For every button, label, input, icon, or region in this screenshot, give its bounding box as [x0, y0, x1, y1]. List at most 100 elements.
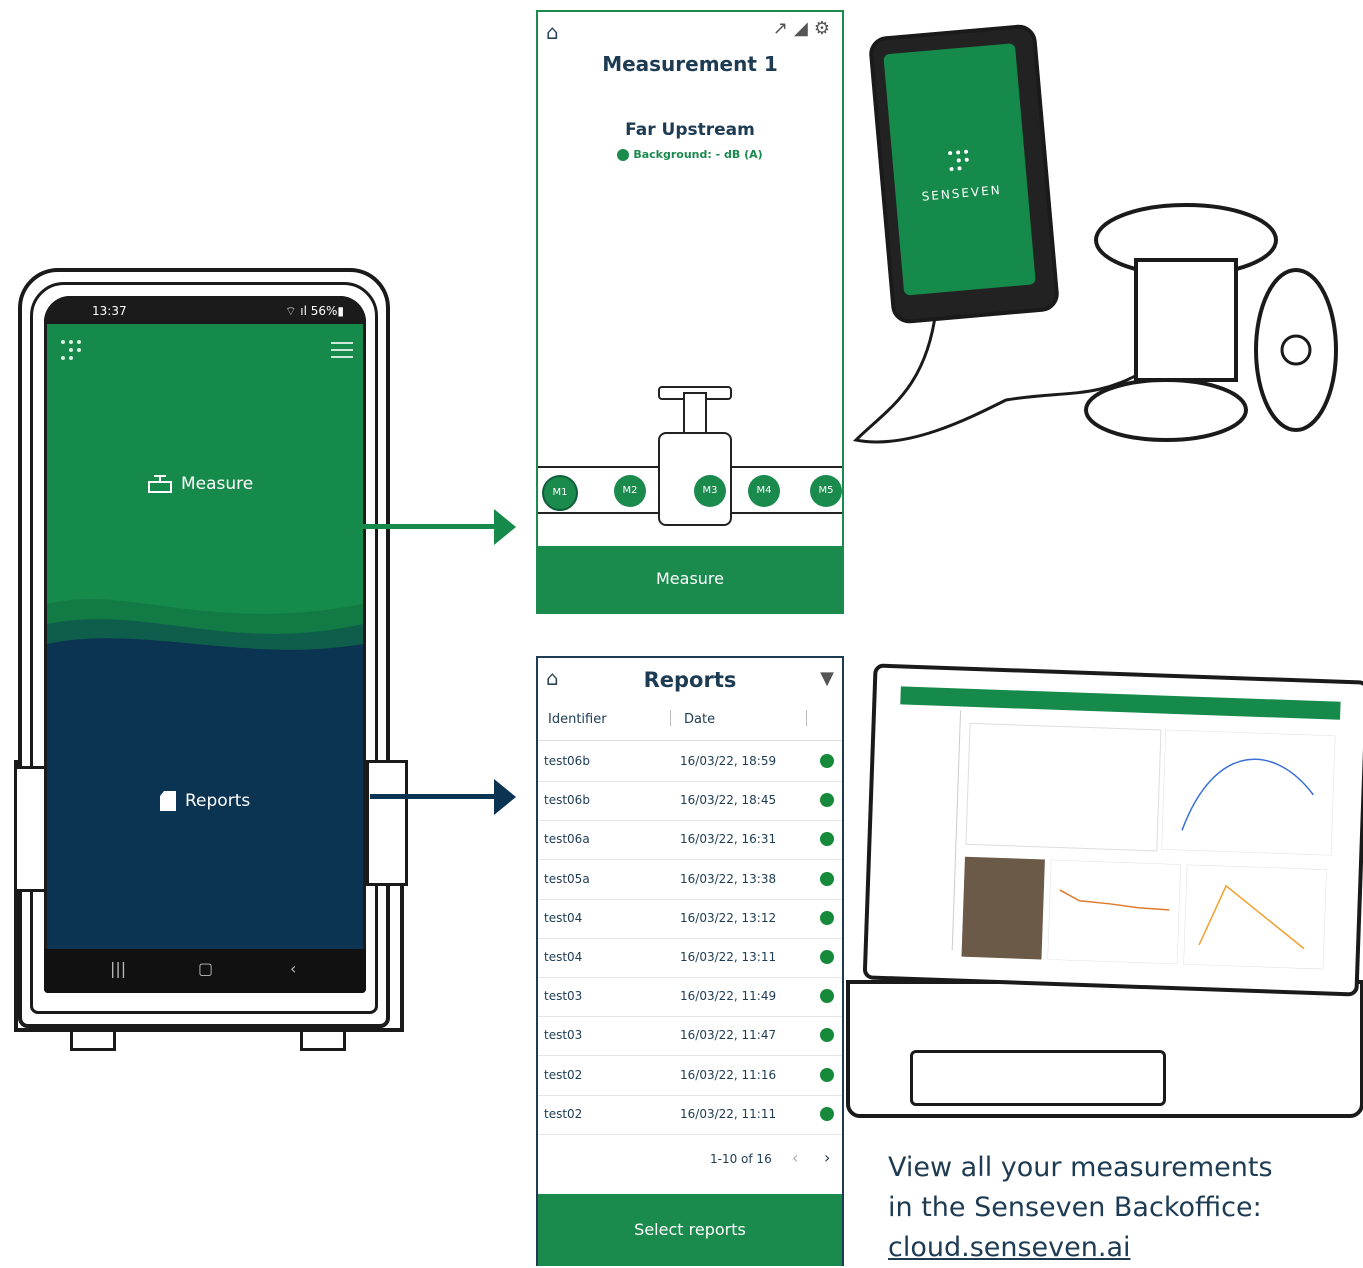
status-dot: [820, 950, 834, 964]
table-row[interactable]: test06a 16/03/22, 16:31: [538, 820, 842, 861]
row-date: 16/03/22, 11:16: [680, 1067, 777, 1082]
backoffice-link[interactable]: cloud.senseven.ai: [888, 1232, 1131, 1263]
column-divider: [670, 710, 671, 726]
pagination-range: 1-10 of 16: [710, 1152, 772, 1166]
table-row[interactable]: test05a 16/03/22, 13:38: [538, 860, 842, 900]
status-dot: [820, 910, 834, 925]
row-date: 16/03/22, 16:31: [680, 832, 777, 847]
row-date: 16/03/22, 13:38: [680, 871, 777, 886]
row-date: 16/03/22, 11:11: [680, 1106, 777, 1121]
status-dot: [820, 1106, 834, 1121]
table-row[interactable]: test06b 16/03/22, 18:45: [538, 781, 842, 822]
measurement-location: Far Upstream: [625, 120, 755, 140]
laptop-touchpad: [910, 1050, 1166, 1106]
row-identifier: test06b: [544, 793, 590, 808]
table-row[interactable]: test06b 16/03/22, 18:59: [538, 742, 842, 782]
prev-page-icon[interactable]: ‹: [792, 1148, 798, 1167]
arrow-to-reports-head: [494, 779, 516, 815]
row-date: 16/03/22, 18:45: [680, 793, 777, 808]
toolbar-icons: ↗◢⚙: [773, 18, 836, 39]
measure-point-m3[interactable]: M3: [694, 475, 726, 507]
dock-foot: [70, 1030, 116, 1051]
backoffice-photo: [961, 856, 1045, 960]
select-reports-button[interactable]: Select reports: [538, 1194, 842, 1266]
row-identifier: test02: [544, 1106, 583, 1121]
menu-icon[interactable]: [331, 342, 353, 363]
measure-action-button[interactable]: Measure: [538, 546, 842, 612]
dock-foot: [300, 1030, 346, 1051]
laptop-keyboard: [846, 980, 1363, 1118]
pagination: 1-10 of 16 ‹ ›: [538, 1144, 842, 1174]
reports-label: Reports: [185, 791, 251, 811]
row-date: 16/03/22, 11:47: [680, 1028, 777, 1043]
status-dot: [820, 989, 834, 1004]
app-home-screen: Measure Reports: [47, 324, 363, 949]
table-row[interactable]: test04 16/03/22, 13:12: [538, 899, 842, 939]
reports-button[interactable]: Reports: [159, 790, 250, 812]
home-icon[interactable]: ⌂: [546, 20, 559, 44]
measure-point-m1[interactable]: M1: [542, 475, 578, 511]
caption-line-1: View all your measurements: [888, 1152, 1273, 1183]
status-bar: 13:37 ⌔ ıl 56%▮: [44, 296, 366, 324]
backoffice-sidebar: [891, 708, 962, 951]
row-identifier: test05a: [544, 871, 590, 886]
table-row[interactable]: test02 16/03/22, 11:11: [538, 1095, 842, 1135]
measure-button[interactable]: Measure: [147, 474, 253, 494]
column-divider: [806, 710, 807, 726]
senseven-logo-icon: [61, 340, 81, 360]
table-row[interactable]: test02 16/03/22, 11:16: [538, 1056, 842, 1096]
backoffice-level-chart: [1183, 864, 1327, 970]
table-row[interactable]: test04 16/03/22, 13:11: [538, 938, 842, 978]
brand-wordmark: SENSEVEN: [921, 182, 1003, 204]
column-date[interactable]: Date: [684, 712, 715, 727]
phone-screen-area: 13:37 ⌔ ıl 56%▮ Measure Reports ||| ▢ ‹: [44, 296, 366, 993]
reports-screen: ⌂ Reports ▼ Identifier Date test06b 16/03…: [536, 656, 844, 1266]
trend-icon[interactable]: ↗: [773, 18, 794, 39]
laptop-screen: [862, 663, 1363, 997]
table-row[interactable]: test03 16/03/22, 11:49: [538, 977, 842, 1018]
signal-icon[interactable]: ◢: [794, 18, 814, 39]
dock-right-clip: [366, 760, 408, 886]
mounted-phone-sketch: SENSEVEN: [867, 23, 1061, 325]
background-level: Background: - dB (A): [538, 148, 842, 161]
measure-point-m5[interactable]: M5: [810, 475, 842, 507]
row-identifier: test02: [544, 1067, 583, 1082]
backoffice-caption: View all your measurements in the Sensev…: [888, 1148, 1348, 1268]
row-date: 16/03/22, 18:59: [680, 754, 777, 768]
status-dot: [820, 871, 834, 886]
android-nav-bar: ||| ▢ ‹: [44, 949, 366, 993]
table-row[interactable]: test03 16/03/22, 11:47: [538, 1016, 842, 1057]
row-date: 16/03/22, 13:11: [680, 950, 777, 964]
mounted-phone-screen: SENSEVEN: [883, 43, 1036, 296]
column-identifier[interactable]: Identifier: [548, 712, 607, 727]
measure-point-m4[interactable]: M4: [748, 475, 780, 507]
measurement-screen: ⌂ ↗◢⚙ Measurement 1 Far Upstream Backgro…: [536, 10, 844, 614]
row-date: 16/03/22, 11:49: [680, 989, 777, 1004]
row-identifier: test04: [544, 910, 583, 925]
filter-icon[interactable]: ▼: [820, 668, 834, 689]
valve-icon: [148, 475, 172, 493]
wave-divider: [47, 599, 363, 664]
measurement-title: Measurement 1: [602, 52, 778, 76]
measure-label: Measure: [181, 474, 254, 494]
arrow-to-measure: [362, 524, 496, 529]
home-nav-icon[interactable]: ▢: [198, 959, 213, 978]
status-dot: [820, 793, 834, 808]
status-time: 13:37: [92, 304, 127, 318]
backoffice-header: [900, 686, 1341, 720]
arrow-to-reports: [370, 794, 496, 799]
status-dot: [820, 832, 834, 847]
row-identifier: test03: [544, 1028, 583, 1043]
reports-panel[interactable]: Reports: [47, 654, 363, 949]
senseven-logo-icon: [948, 149, 969, 172]
backoffice-spectrum-chart: [1047, 859, 1181, 965]
status-battery: ⌔ ıl 56%▮: [285, 304, 344, 318]
recent-apps-icon[interactable]: |||: [110, 959, 126, 978]
gear-icon[interactable]: ⚙: [814, 18, 836, 39]
backoffice-curve-chart: [1161, 729, 1336, 856]
next-page-icon[interactable]: ›: [824, 1148, 830, 1167]
row-identifier: test03: [544, 989, 583, 1004]
back-icon[interactable]: ‹: [290, 959, 296, 978]
measure-point-m2[interactable]: M2: [614, 475, 646, 507]
status-dot: [820, 1028, 834, 1043]
